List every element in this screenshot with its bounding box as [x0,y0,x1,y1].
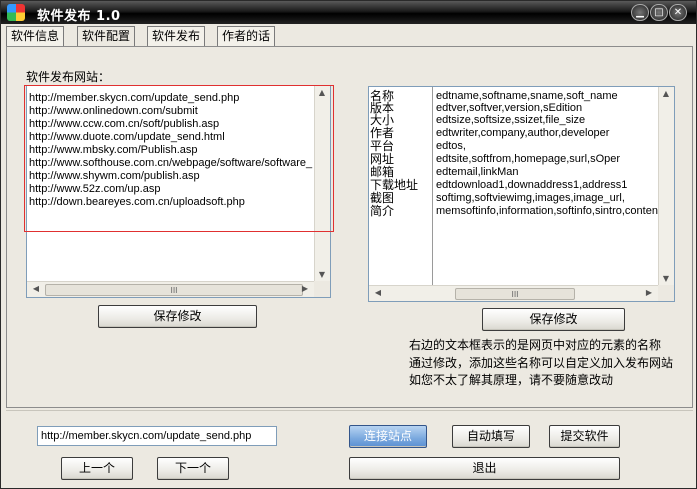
site-url-list[interactable]: http://member.skycn.com/update_send.php … [26,85,331,298]
scroll-down-icon[interactable]: ▼ [659,274,673,283]
help-note-line: 右边的文本框表示的是网页中对应的元素的名称 [409,338,662,352]
field-value[interactable]: edtname,softname,sname,soft_name [436,90,618,102]
field-name: 截图 [370,191,395,205]
submit-software-button[interactable]: 提交软件 [549,425,620,448]
sites-label: 软件发布网站： [26,70,111,84]
help-note-line: 通过修改，添加这些名称可以自定义加入发布网站 [409,356,674,370]
vertical-scrollbar[interactable]: ▲ ▼ [658,87,674,285]
prev-button[interactable]: 上一个 [61,457,133,480]
field-value[interactable]: edtos, [436,140,466,152]
list-item[interactable]: http://www.duote.com/update_send.html [29,131,225,144]
app-window: 软件发布 1.0 ▁ □ ✕ 软件信息 软件配置 软件发布 作者的话 软件发布网… [0,0,697,489]
list-item[interactable]: http://www.onlinedown.com/submit [29,105,198,118]
field-name: 简介 [370,204,395,218]
scroll-left-icon[interactable]: ◀ [29,284,43,293]
field-name: 大小 [370,113,395,127]
list-item[interactable]: http://down.beareyes.com.cn/uploadsoft.p… [29,196,245,209]
exit-button[interactable]: 退出 [349,457,620,480]
field-value[interactable]: edtsize,softsize,ssizet,file_size [436,114,585,126]
vertical-scrollbar[interactable]: ▲ ▼ [314,86,330,281]
field-value[interactable]: softimg,softviewimg,images,image_url, [436,192,625,204]
tab-author-notes[interactable]: 作者的话 [217,26,276,46]
auto-fill-button[interactable]: 自动填写 [452,425,530,448]
tab-software-config[interactable]: 软件配置 [77,26,136,47]
list-item[interactable]: http://www.52z.com/up.asp [29,183,160,196]
list-item[interactable]: http://www.mbsky.com/Publish.asp [29,144,198,157]
field-mapping-box[interactable]: 名称 版本 大小 作者 平台 网址 邮箱 下载地址 截图 简介 edtname,… [368,86,675,302]
tab-software-publish[interactable]: 软件发布 [147,26,206,46]
scroll-thumb[interactable]: III [455,288,575,300]
minimize-button[interactable]: ▁ [631,4,649,21]
scroll-up-icon[interactable]: ▲ [315,88,329,97]
tab-strip: 软件信息 软件配置 软件发布 作者的话 [6,26,693,47]
scroll-left-icon[interactable]: ◀ [371,288,385,297]
scroll-right-icon[interactable]: ▶ [298,284,312,293]
list-item[interactable]: http://www.shywm.com/publish.asp [29,170,200,183]
scroll-down-icon[interactable]: ▼ [315,270,329,279]
field-value[interactable]: edtdownload1,downaddress1,address1 [436,179,627,191]
title-bar[interactable]: 软件发布 1.0 ▁ □ ✕ [1,1,696,24]
next-button[interactable]: 下一个 [157,457,229,480]
field-name: 下载地址 [370,178,419,192]
scroll-corner [314,281,330,297]
scroll-right-icon[interactable]: ▶ [642,288,656,297]
connect-site-button[interactable]: 连接站点 [349,425,427,448]
config-panel: 软件发布网站： http://member.skycn.com/update_s… [6,46,693,408]
field-value[interactable]: edtemail,linkMan [436,166,519,178]
list-item[interactable]: http://www.ccw.com.cn/soft/publish.asp [29,118,219,131]
list-item[interactable]: http://www.softhouse.com.cn/webpage/soft… [29,157,312,170]
current-url-field[interactable]: http://member.skycn.com/update_send.php [37,426,277,446]
scroll-up-icon[interactable]: ▲ [659,89,673,98]
horizontal-scrollbar[interactable]: ◀ III ▶ [369,285,658,301]
list-item[interactable]: http://member.skycn.com/update_send.php [29,92,239,105]
save-urls-button[interactable]: 保存修改 [98,305,257,328]
horizontal-scrollbar[interactable]: ◀ III ▶ [27,281,314,297]
close-button[interactable]: ✕ [669,4,687,21]
field-name: 作者 [370,126,395,140]
field-value[interactable]: edtwriter,company,author,developer [436,127,609,139]
window-title: 软件发布 1.0 [37,9,121,24]
bottom-panel: http://member.skycn.com/update_send.php … [6,410,693,488]
tab-software-info[interactable]: 软件信息 [6,26,65,46]
scroll-corner [658,285,674,301]
field-value[interactable]: edtsite,softfrom,homepage,surl,sOper [436,153,620,165]
save-mapping-button[interactable]: 保存修改 [482,308,625,331]
field-name: 网址 [370,152,395,166]
field-value[interactable]: edtver,softver,version,sEdition [436,102,582,114]
field-name: 邮箱 [370,165,395,179]
help-note-line: 如您不太了解其原理，请不要随意改动 [409,373,614,387]
maximize-button[interactable]: □ [650,4,668,21]
field-name: 平台 [370,139,395,153]
scroll-thumb[interactable]: III [45,284,303,296]
field-value[interactable]: memsoftinfo,information,softinfo,sintro,… [436,205,670,217]
app-icon [7,4,25,21]
